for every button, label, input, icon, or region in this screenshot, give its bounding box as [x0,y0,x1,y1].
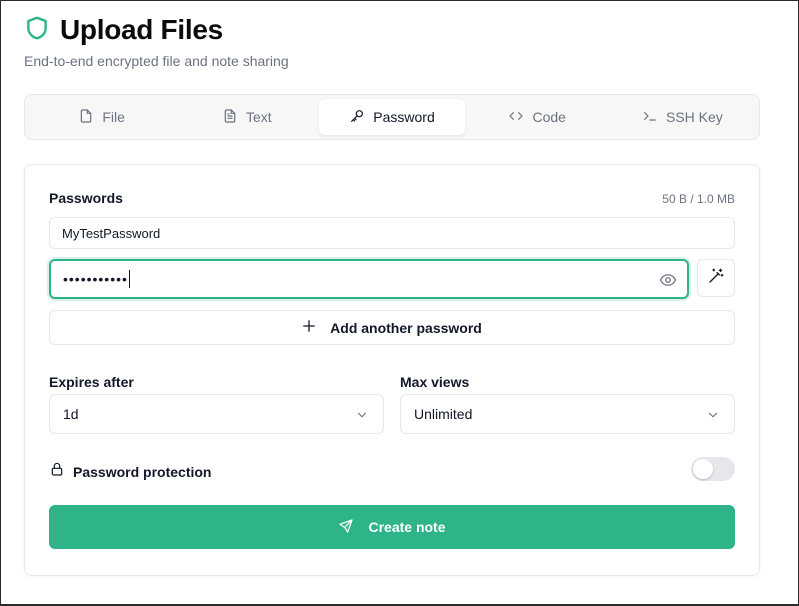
tab-password-label: Password [373,109,435,125]
code-icon [508,108,524,127]
create-note-button[interactable]: Create note [49,505,735,549]
tab-ssh-key-label: SSH Key [666,109,723,125]
text-caret [128,270,130,288]
create-note-label: Create note [368,519,446,535]
send-icon [338,518,354,537]
terminal-icon [642,108,658,127]
password-protection-label: Password protection [73,463,212,480]
passwords-label: Passwords [49,190,123,206]
add-password-button[interactable]: Add another password [49,310,735,345]
shield-icon [24,15,50,46]
max-views-label: Max views [400,374,470,390]
password-protection-row: Password protection [49,461,211,482]
tab-password[interactable]: Password [319,99,465,135]
file-icon [78,108,94,127]
expires-value: 1d [63,406,79,422]
password-form-card: Passwords 50 B / 1.0 MB MyTestPassword •… [24,164,760,576]
toggle-knob [693,459,713,479]
file-text-icon [222,108,238,127]
tab-ssh-key[interactable]: SSH Key [610,99,755,135]
password-input-1-value: MyTestPassword [62,225,161,241]
plus-icon [302,319,316,336]
lock-icon [49,461,65,482]
magic-wand-icon [707,267,725,290]
page-title: Upload Files [60,14,223,45]
tab-bar: File Text Password Code SSH Key [24,94,760,140]
password-input-1[interactable]: MyTestPassword [49,217,735,249]
expires-label: Expires after [49,374,134,390]
page-subtitle: End-to-end encrypted file and note shari… [24,53,289,69]
max-views-select[interactable]: Unlimited [400,394,735,434]
expires-select[interactable]: 1d [49,394,384,434]
eye-icon[interactable] [659,271,677,289]
password-protection-toggle[interactable] [691,457,735,481]
max-views-value: Unlimited [414,406,473,422]
page-header: Upload Files End-to-end encrypted file a… [24,12,289,69]
password-input-2[interactable]: ••••••••••• [49,259,689,299]
generate-password-button[interactable] [697,259,735,297]
password-input-2-value: ••••••••••• [63,271,128,287]
tab-file[interactable]: File [29,99,174,135]
tab-text[interactable]: Text [174,99,319,135]
tab-file-label: File [102,109,125,125]
tab-code[interactable]: Code [465,99,610,135]
key-icon [349,108,365,127]
size-info: 50 B / 1.0 MB [662,192,735,206]
tab-code-label: Code [532,109,566,125]
add-password-label: Add another password [330,319,482,336]
tab-text-label: Text [245,109,272,125]
